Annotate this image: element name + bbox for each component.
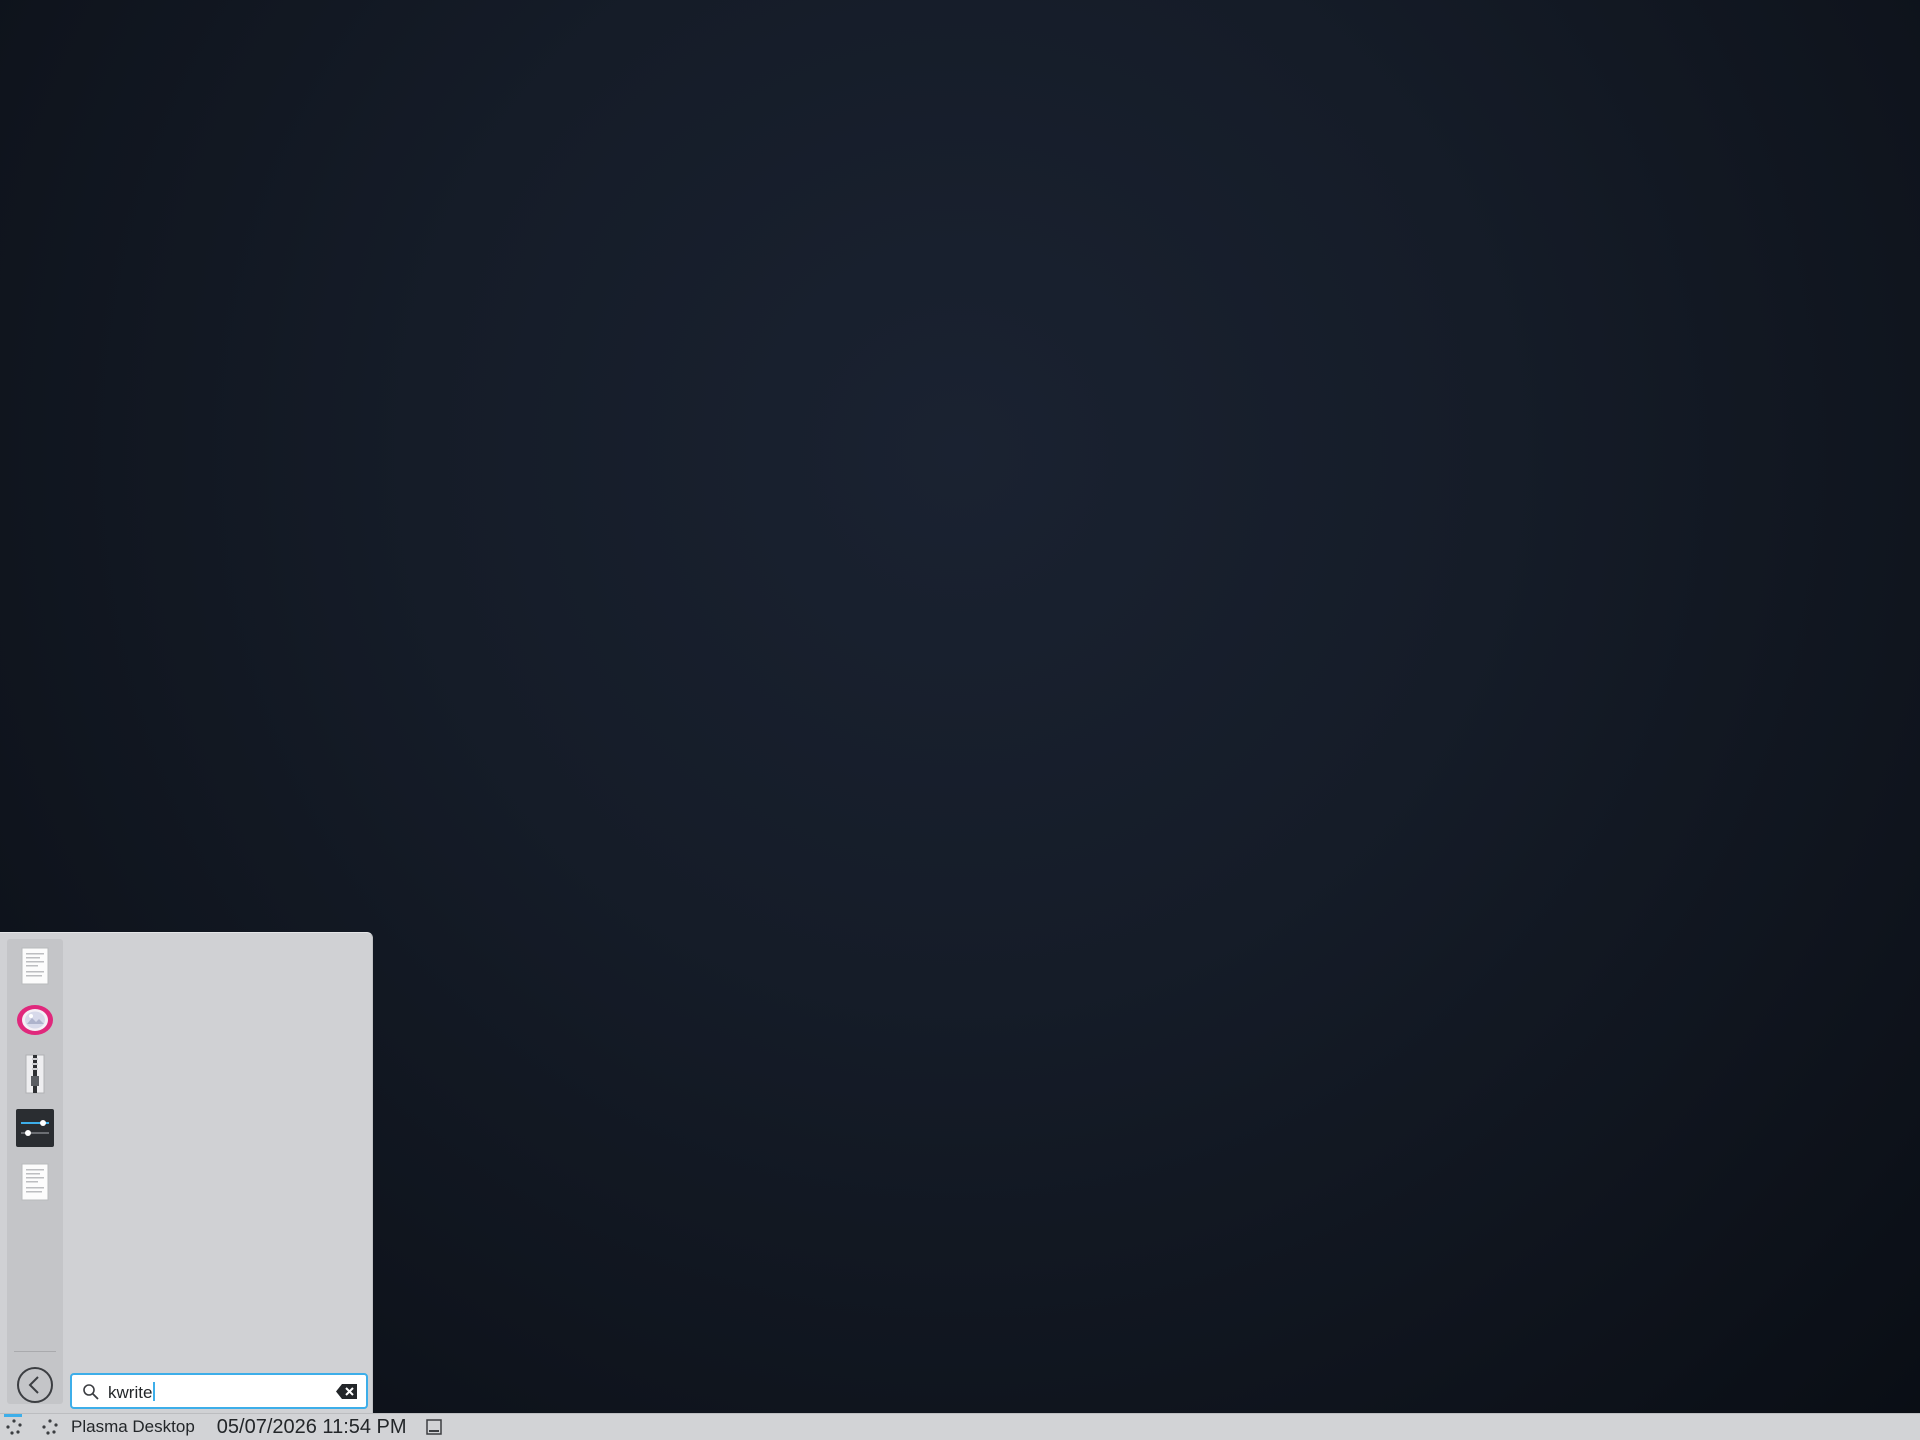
favorite-photo-viewer[interactable] xyxy=(14,999,56,1041)
taskbar-window-title[interactable]: Plasma Desktop xyxy=(71,1417,195,1437)
taskbar-panel: Plasma Desktop 05/07/2026 11:54 PM xyxy=(0,1413,1920,1440)
chevron-left-icon xyxy=(28,1376,39,1394)
search-input[interactable]: kwrite xyxy=(108,1382,156,1403)
favorite-text-document[interactable] xyxy=(14,945,56,987)
activity-pager-icon xyxy=(42,1419,58,1435)
favorites-sidebar xyxy=(7,939,63,1404)
system-settings-icon xyxy=(16,1109,54,1147)
digital-clock[interactable]: 05/07/2026 11:54 PM xyxy=(217,1416,407,1439)
favorite-archive-manager[interactable] xyxy=(14,1053,56,1095)
application-launcher-icon xyxy=(6,1419,22,1435)
back-button[interactable] xyxy=(17,1367,53,1403)
clear-search-icon[interactable] xyxy=(336,1383,358,1400)
active-indicator xyxy=(4,1414,22,1417)
photo-viewer-icon xyxy=(17,1005,53,1035)
text-document-icon xyxy=(21,947,49,985)
favorite-text-document-2[interactable] xyxy=(14,1161,56,1203)
text-document-icon xyxy=(21,1163,49,1201)
show-desktop-icon xyxy=(425,1419,442,1435)
show-desktop-button[interactable] xyxy=(425,1418,443,1436)
favorites-divider xyxy=(14,1351,56,1352)
search-icon xyxy=(83,1384,99,1400)
archive-zipper-icon xyxy=(25,1054,45,1094)
application-launcher-button[interactable] xyxy=(1,1414,27,1440)
search-field[interactable]: kwrite xyxy=(70,1373,368,1409)
application-launcher-popup: kwrite xyxy=(0,932,373,1413)
favorite-system-settings[interactable] xyxy=(14,1107,56,1149)
text-caret xyxy=(153,1382,156,1401)
activity-pager-button[interactable] xyxy=(37,1414,63,1440)
